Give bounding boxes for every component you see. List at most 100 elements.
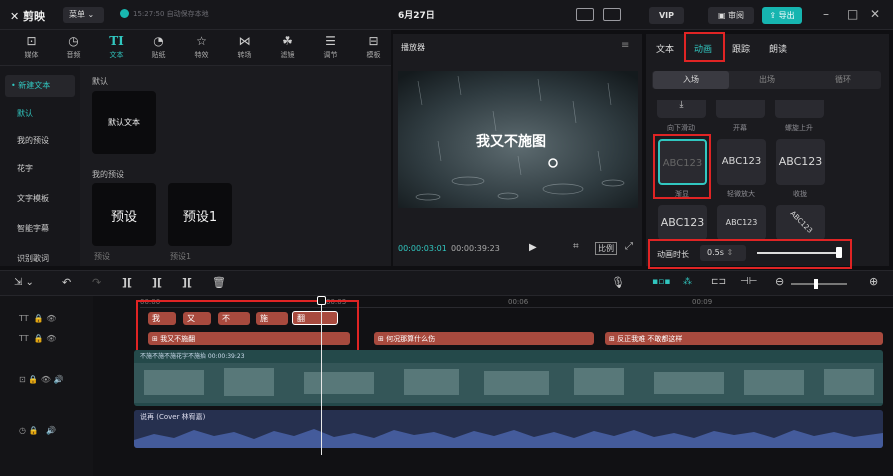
ruler-mark: 00:03 (326, 298, 347, 306)
zoom-slider[interactable] (791, 283, 847, 285)
auto-snap-icon[interactable]: ⁂ (683, 277, 692, 287)
anim-slight-zoom[interactable]: ABC123 (717, 139, 766, 185)
anim-thumb[interactable]: ABC123 (658, 205, 707, 240)
minimize-icon[interactable]: – (823, 7, 829, 21)
video-subtitle[interactable]: 我又不施图 (476, 131, 546, 151)
zoom-out-icon[interactable]: ⊖ (775, 275, 784, 288)
duration-slider-track[interactable] (757, 252, 841, 254)
tool-label: 转场 (237, 51, 252, 59)
link-icon[interactable]: ⊏⊐ (711, 277, 726, 287)
select-tool-icon[interactable]: ⇲ ⌄ (14, 277, 34, 288)
preview-axis-icon[interactable]: ⊣⊢ (740, 276, 757, 287)
template-icon: ⊟ (368, 34, 379, 48)
text-clip-label: 我又不施翻 (160, 335, 196, 343)
subtab-in[interactable]: 入场 (653, 71, 729, 89)
text-icon: TI (109, 34, 124, 48)
anim-spiral-thumb[interactable] (775, 100, 824, 118)
anim-open-thumb[interactable] (716, 100, 765, 118)
subtab-out[interactable]: 出场 (729, 71, 805, 89)
nav-lyrics[interactable]: 识别歌词 (5, 248, 75, 270)
playhead[interactable] (321, 299, 322, 455)
tool-text[interactable]: TI 文本 (98, 30, 135, 66)
keyboard-icon[interactable] (576, 8, 594, 21)
char-clip[interactable]: 我 (148, 312, 176, 325)
export-button[interactable]: ⇪ 导出 (762, 7, 802, 24)
tool-transition[interactable]: ⋈ 转场 (226, 30, 263, 66)
fullscreen-crop-icon[interactable]: ⌗ (573, 241, 579, 252)
text-clip[interactable]: ⊞ 何况那算什么伤 (374, 332, 594, 345)
split-icon[interactable]: ][ (122, 276, 132, 289)
maximize-icon[interactable]: □ (847, 7, 858, 21)
split-right-icon[interactable]: ][ (182, 276, 192, 289)
nav-text-templates[interactable]: 文字模板 (5, 188, 75, 210)
tool-filter[interactable]: ☘ 滤镜 (269, 30, 306, 66)
expand-icon[interactable]: ⤢ (625, 241, 633, 252)
tab-read-aloud[interactable]: 朗读 (769, 42, 787, 55)
download-icon[interactable]: ⤓ (657, 100, 706, 118)
tool-label: 滤镜 (280, 51, 295, 59)
nav-new-text[interactable]: • 新建文本 (5, 75, 75, 97)
anim-label: 向下滑动 (667, 124, 695, 132)
sticker-icon: ◔ (153, 34, 164, 48)
vip-button[interactable]: VIP (649, 7, 684, 24)
main-track-magnet-icon[interactable]: ▪▫▪ (652, 277, 670, 287)
video-track-controls[interactable]: ⊡ 🔒 👁 🔊 (19, 375, 63, 384)
tool-sticker[interactable]: ◔ 贴纸 (140, 30, 177, 66)
text-track-2-controls[interactable]: TT 🔒 👁 (19, 334, 56, 343)
tool-adjust[interactable]: ☰ 调节 (312, 30, 349, 66)
duration-slider-handle[interactable] (836, 247, 843, 258)
duration-stepper[interactable]: 0.5s ⇕ (700, 245, 746, 261)
anim-thumb-rotated[interactable]: ABC123 (776, 205, 825, 240)
play-icon[interactable]: ▶ (529, 242, 537, 253)
tool-media[interactable]: ⊡ 媒体 (13, 30, 50, 66)
audio-track-controls[interactable]: ◷ 🔒 🔊 (19, 426, 56, 435)
review-button[interactable]: ▣ 审阅 (708, 7, 754, 24)
nav-fancy-text[interactable]: 花字 (5, 158, 75, 180)
char-clip[interactable]: 又 (183, 312, 211, 325)
subtab-loop[interactable]: 循环 (805, 71, 881, 89)
anim-thumb[interactable]: ABC123 (717, 205, 766, 240)
microphone-icon[interactable]: 🎙 (611, 276, 625, 289)
tool-label: 音频 (66, 51, 81, 59)
tab-animation[interactable]: 动画 (694, 42, 712, 55)
nav-default[interactable]: 默认 (5, 103, 75, 125)
tab-text[interactable]: 文本 (656, 42, 674, 55)
playhead-handle[interactable] (317, 296, 326, 305)
undo-icon[interactable]: ↶ (62, 276, 71, 289)
project-title: 6月27日 (398, 11, 435, 21)
adjust-icon: ☰ (325, 34, 336, 48)
char-clip-selected[interactable]: 翻 (292, 311, 338, 325)
tab-tracking[interactable]: 跟踪 (732, 42, 750, 55)
text-clip[interactable]: ⊞ 反正我难 不敢都这样 (605, 332, 883, 345)
char-clip[interactable]: 施 (256, 312, 288, 325)
delete-icon[interactable]: 🗑 (212, 276, 226, 289)
tool-template[interactable]: ⊟ 模板 (355, 30, 392, 66)
transition-icon: ⋈ (238, 34, 251, 48)
player-menu-icon[interactable]: ≡ (621, 40, 629, 51)
close-icon[interactable]: ✕ (870, 7, 880, 21)
default-text-card[interactable]: 默认文本 (92, 91, 156, 154)
menu-button[interactable]: 菜单 ⌄ (63, 7, 104, 23)
media-icon: ⊡ (26, 34, 37, 48)
redo-icon[interactable]: ↷ (92, 276, 101, 289)
nav-auto-captions[interactable]: 智能字幕 (5, 218, 75, 240)
split-left-icon[interactable]: ][ (152, 276, 162, 289)
tool-label: 调节 (323, 51, 338, 59)
track-headers (0, 296, 93, 476)
preset1-card[interactable]: 预设1 (168, 183, 232, 246)
preset-card[interactable]: 预设 (92, 183, 156, 246)
anim-gather[interactable]: ABC123 (776, 139, 825, 185)
zoom-in-icon[interactable]: ⊕ (869, 275, 878, 288)
text-track-1-controls[interactable]: TT 🔒 👁 (19, 314, 56, 323)
layout-icon[interactable] (603, 8, 621, 21)
nav-my-presets[interactable]: 我的预设 (5, 130, 75, 152)
text-clip[interactable]: ⊞ 我又不施翻 (148, 332, 350, 345)
tool-label: 模板 (366, 51, 381, 59)
tool-effects[interactable]: ☆ 特效 (183, 30, 220, 66)
tool-audio[interactable]: ◷ 音频 (55, 30, 92, 66)
ratio-button[interactable]: 比例 (595, 242, 617, 255)
anim-fade-in[interactable]: ABC123 (658, 139, 707, 185)
zoom-slider-handle[interactable] (814, 279, 818, 289)
audio-icon: ◷ (68, 34, 79, 48)
char-clip[interactable]: 不 (218, 312, 250, 325)
